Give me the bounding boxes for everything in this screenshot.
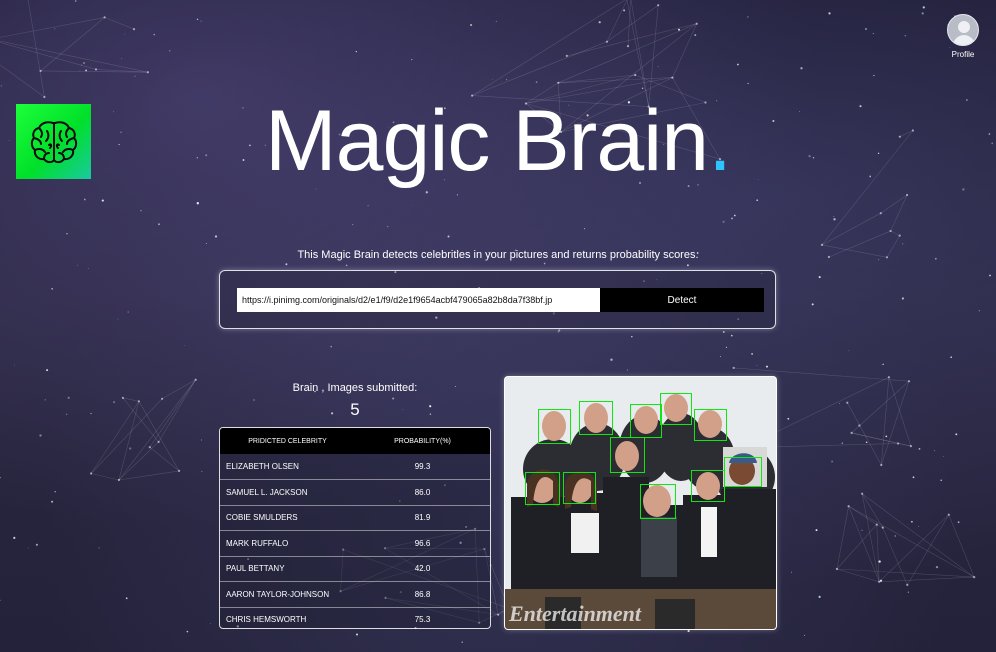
celebrity-probability: 86.0 [414, 487, 431, 497]
celebrity-name: COBIE SMULDERS [226, 513, 298, 523]
face-box [630, 404, 662, 438]
predictions-table: PRIDICTED CELEBRITY PROBABILITY(%) ELIZA… [219, 427, 491, 629]
table-row: SAMUEL L. JACKSON 86.0 [220, 480, 490, 505]
face-box [691, 470, 725, 502]
image-url-input[interactable] [237, 288, 600, 312]
celebrity-name: CHRIS HEMSWORTH [226, 615, 307, 625]
celebrity-probability: 42.0 [414, 564, 431, 574]
celebrity-probability: 99.3 [414, 462, 431, 471]
face-box [660, 393, 692, 425]
title-dot: . [708, 93, 732, 189]
avatar-icon [947, 14, 979, 46]
table-row: ELIZABETH OLSEN 99.3 [220, 454, 490, 480]
watermark-text: Entertainment [508, 601, 642, 626]
celebrity-name: AARON TAYLOR-JOHNSON [226, 589, 330, 599]
face-box [694, 409, 727, 441]
profile-label: Profile [951, 50, 975, 59]
face-box [525, 472, 560, 505]
celebrity-probability: 96.6 [414, 538, 431, 548]
celebrity-name: PAUL BETTANY [226, 564, 285, 574]
face-box [724, 457, 762, 487]
detected-image: Entertainment [504, 376, 777, 630]
face-box [579, 401, 613, 435]
face-box [640, 484, 676, 519]
table-row: PAUL BETTANY 42.0 [220, 556, 490, 582]
table-row: MARK RUFFALO 96.6 [220, 531, 490, 556]
celebrity-name: ELIZABETH OLSEN [226, 462, 299, 471]
celebrity-name: MARK RUFFALO [226, 538, 289, 548]
header-probability: PROBABILITY(%) [394, 437, 451, 445]
table-row: AARON TAYLOR-JOHNSON 86.8 [220, 582, 490, 607]
profile-button[interactable]: Profile [944, 14, 982, 59]
table-header-row: PRIDICTED CELEBRITY PROBABILITY(%) [220, 428, 490, 454]
header-celebrity: PRIDICTED CELEBRITY [248, 437, 327, 445]
face-box [563, 472, 596, 504]
face-box [538, 409, 571, 444]
images-submitted-count: 5 [350, 400, 360, 419]
celebrity-probability: 86.8 [414, 589, 431, 599]
celebrity-probability: 81.9 [414, 513, 431, 523]
url-form: Detect [219, 270, 776, 329]
images-submitted-label: Brain , Images submitted: [292, 382, 418, 394]
face-box [610, 437, 645, 473]
subtitle: This Magic Brain detects celebrities in … [297, 249, 699, 261]
table-row: CHRIS HEMSWORTH 75.3 [220, 607, 490, 628]
celebrity-probability: 75.3 [414, 615, 431, 625]
page-title: Magic Brain. [0, 92, 996, 191]
detect-button[interactable]: Detect [600, 288, 764, 312]
table-row: COBIE SMULDERS 81.9 [220, 505, 490, 531]
title-text: Magic Brain [265, 93, 709, 189]
celebrity-name: SAMUEL L. JACKSON [226, 487, 308, 497]
